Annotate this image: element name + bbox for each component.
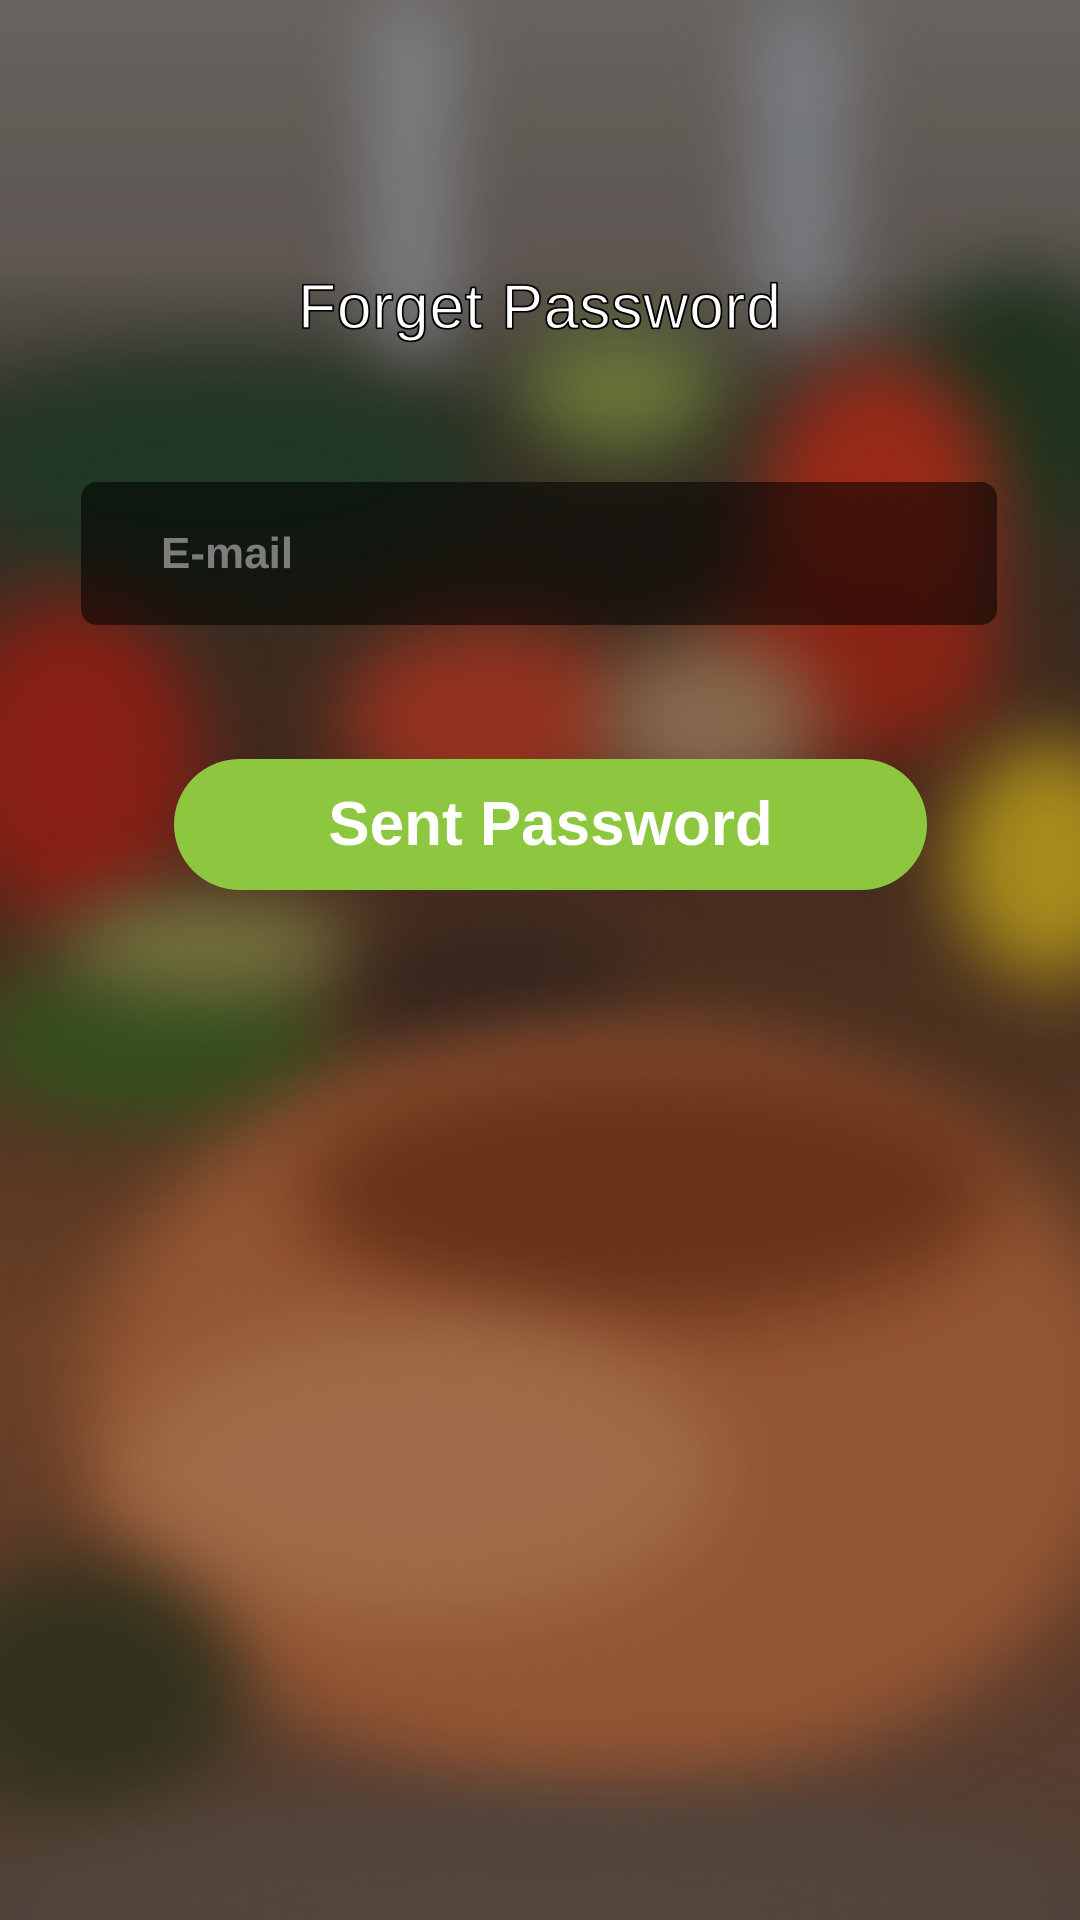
email-input[interactable] [159, 527, 963, 580]
sent-password-button[interactable]: Sent Password [174, 759, 927, 890]
page-title: Forget Password [298, 273, 782, 343]
email-field[interactable] [81, 482, 997, 625]
